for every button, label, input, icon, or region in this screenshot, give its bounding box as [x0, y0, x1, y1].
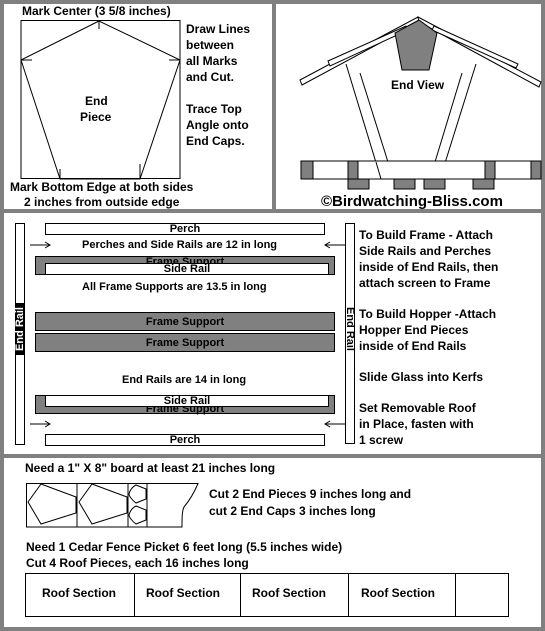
side-rail-top-label: Side Rail	[163, 263, 211, 275]
instruction-line: inside of End Rails	[359, 339, 467, 353]
instruction-line: all Marks	[186, 54, 238, 68]
instruction-line: between	[186, 38, 235, 52]
instruction-line: Draw Lines	[186, 22, 251, 36]
end-piece-panel: Mark Center (3 5/8 inches) End Piece Dra…	[4, 4, 272, 209]
instruction-line: attach screen to Frame	[359, 276, 491, 290]
instruction-line: Trace Top	[186, 102, 242, 116]
end-view-panel: End View ©Birdwatching-Bliss.com	[276, 4, 542, 210]
instruction-line: in Place, fasten with	[359, 417, 474, 431]
frame-support-mid-2-label: Frame Support	[145, 337, 225, 349]
end-piece-instructions: Draw Lines between all Marks and Cut. Tr…	[186, 22, 250, 148]
roof-section: Roof Section	[349, 574, 456, 616]
instruction-line: 1 screw	[359, 433, 404, 447]
end-view-label: End View	[391, 78, 445, 92]
instruction-line: To Build Hopper -Attach	[359, 307, 497, 321]
arrow-bottom-left	[30, 420, 51, 428]
frame-support-mid-1-label: Frame Support	[145, 316, 225, 328]
roof-section-label: Roof Section	[361, 586, 435, 600]
side-rail-top: Side Rail	[45, 263, 329, 275]
end-rail-right-label: End Rail	[344, 306, 356, 351]
frame-instructions: To Build Frame - Attach Side Rails and P…	[359, 228, 498, 447]
base-frame	[300, 160, 542, 180]
end-rail-left: End Rail	[14, 223, 26, 445]
board-note: Need a 1" X 8" board at least 21 inches …	[25, 461, 276, 475]
roof-section-label: Roof Section	[146, 586, 220, 600]
perch-top-label: Perch	[169, 223, 201, 235]
arrow-bottom-right	[324, 420, 345, 428]
arrow-top-left	[30, 241, 51, 249]
perch-bottom: Perch	[45, 434, 325, 446]
end-rail-note: End Rails are 14 in long	[122, 374, 247, 386]
frame-support-mid-2: Frame Support	[35, 333, 335, 352]
instruction-line: Set Removable Roof	[359, 401, 476, 415]
instruction-line: Side Rails and Perches	[359, 244, 492, 258]
instruction-line: and Cut.	[186, 70, 234, 84]
side-rail-bottom: Side Rail	[45, 395, 329, 407]
cut-note-2: cut 2 End Caps 3 inches long	[209, 504, 376, 518]
copyright-text: ©Birdwatching-Bliss.com	[321, 193, 503, 210]
roof-section: Roof Section	[241, 574, 349, 616]
cut-note-1: Cut 2 End Pieces 9 inches long and	[209, 487, 412, 501]
frame-panel: End Rail End Rail Perch Perches and Side…	[4, 213, 541, 454]
instruction-line: Angle onto	[186, 118, 249, 132]
end-piece-label-1: End	[85, 94, 108, 108]
roof-inner-right	[431, 25, 519, 69]
materials-panel: Need a 1" X 8" board at least 21 inches …	[4, 458, 541, 627]
bottom-note-2: 2 inches from outside edge	[24, 195, 180, 209]
roof-section: Roof Section	[26, 574, 135, 616]
instruction-line: To Build Frame - Attach	[359, 228, 494, 242]
perch-bottom-label: Perch	[169, 434, 201, 446]
board-cut-diagram	[26, 483, 199, 528]
frame-support-note: All Frame Supports are 13.5 in long	[82, 281, 267, 293]
roof-section-scrap	[456, 574, 508, 616]
instruction-line: Slide Glass into Kerfs	[359, 370, 484, 384]
frame-support-mid-1: Frame Support	[35, 312, 335, 331]
end-rail-right: End Rail	[344, 223, 356, 444]
end-view-diagram	[299, 16, 542, 190]
picket-note-1: Need 1 Cedar Fence Picket 6 feet long (5…	[26, 540, 343, 554]
roof-section: Roof Section	[135, 574, 241, 616]
instruction-line: End Caps.	[186, 134, 245, 148]
roof-section-label: Roof Section	[42, 586, 116, 600]
end-rail-left-label: End Rail	[14, 303, 26, 355]
side-rail-bottom-label: Side Rail	[163, 395, 211, 407]
perch-note: Perches and Side Rails are 12 in long	[82, 239, 278, 251]
instruction-line: inside of End Rails, then	[359, 260, 499, 274]
bottom-note-1: Mark Bottom Edge at both sides	[10, 180, 194, 194]
perch-top: Perch	[45, 223, 325, 235]
instruction-line: Hopper End Pieces	[359, 323, 469, 337]
end-piece-label-2: Piece	[80, 110, 112, 124]
roof-section-label: Roof Section	[252, 586, 326, 600]
picket-note-2: Cut 4 Roof Pieces, each 16 inches long	[26, 556, 249, 570]
arrow-top-right	[324, 241, 345, 249]
roof-picket: Roof Section Roof Section Roof Section R…	[25, 573, 509, 617]
